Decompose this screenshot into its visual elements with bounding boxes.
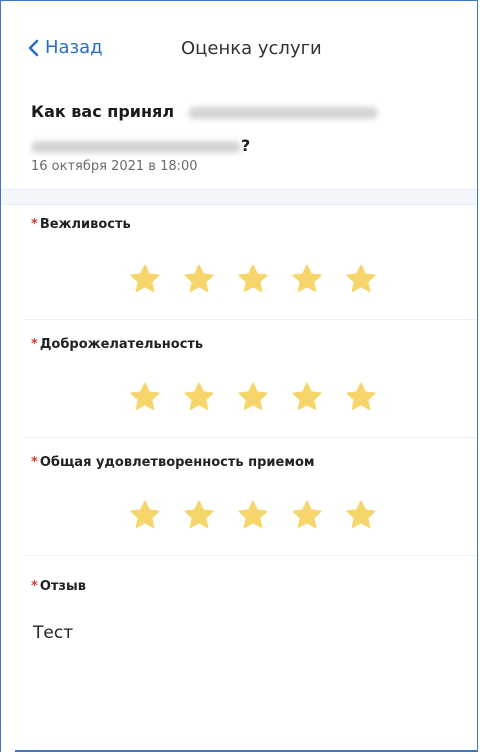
required-marker: * <box>31 579 38 594</box>
question-heading: Как вас принял ? <box>31 95 451 163</box>
appointment-date: 16 октября 2021 в 18:00 <box>31 159 198 174</box>
divider <box>23 437 477 438</box>
header: Назад Оценка услуги <box>1 1 477 89</box>
star-icon[interactable] <box>129 499 161 531</box>
star-icon[interactable] <box>345 263 377 295</box>
question-prefix: Как вас принял <box>31 102 175 121</box>
back-button[interactable]: Назад <box>27 37 103 58</box>
star-icon[interactable] <box>237 263 269 295</box>
review-input[interactable]: Тест <box>33 623 73 643</box>
star-icon[interactable] <box>291 263 323 295</box>
star-icon[interactable] <box>237 499 269 531</box>
star-icon[interactable] <box>345 499 377 531</box>
star-icon[interactable] <box>291 381 323 413</box>
star-rating[interactable] <box>129 263 377 295</box>
redacted-name <box>187 106 378 119</box>
review-label: * Отзыв <box>31 579 86 594</box>
required-marker: * <box>31 337 38 352</box>
star-icon[interactable] <box>183 499 215 531</box>
required-marker: * <box>31 217 38 232</box>
redacted-name <box>31 140 241 153</box>
page-title: Оценка услуги <box>181 38 322 59</box>
rating-screen: Назад Оценка услуги Как вас принял ? 16 … <box>0 0 478 752</box>
question-suffix: ? <box>241 136 251 155</box>
star-icon[interactable] <box>183 263 215 295</box>
chevron-left-icon <box>28 39 39 56</box>
required-marker: * <box>31 455 38 470</box>
star-icon[interactable] <box>129 381 161 413</box>
criterion-label: * Общая удовлетворенность приемом <box>31 455 315 470</box>
star-icon[interactable] <box>129 263 161 295</box>
star-rating[interactable] <box>129 381 377 413</box>
star-icon[interactable] <box>183 381 215 413</box>
back-label: Назад <box>45 37 103 58</box>
star-icon[interactable] <box>237 381 269 413</box>
star-icon[interactable] <box>291 499 323 531</box>
section-separator <box>1 189 477 205</box>
star-rating[interactable] <box>129 499 377 531</box>
criterion-label: * Доброжелательность <box>31 337 204 352</box>
star-icon[interactable] <box>345 381 377 413</box>
divider <box>23 555 477 556</box>
criterion-label: * Вежливость <box>31 217 131 232</box>
divider <box>23 319 477 320</box>
